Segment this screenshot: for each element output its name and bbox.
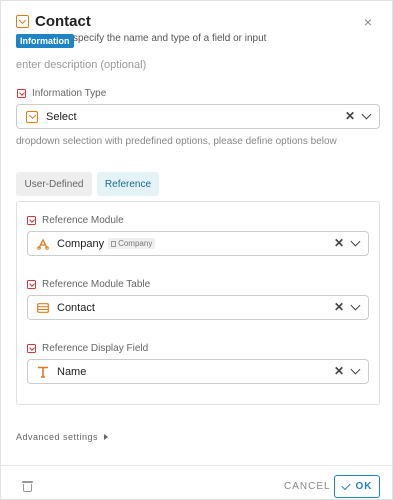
select-type-icon: [26, 110, 38, 123]
information-type-select[interactable]: Select ✕: [16, 104, 380, 129]
dialog-title: Contact: [35, 13, 91, 30]
chevron-down-icon[interactable]: [361, 109, 372, 119]
information-badge: Information: [16, 34, 74, 48]
ok-button[interactable]: OK: [334, 475, 380, 498]
required-chevron-icon: [27, 280, 36, 289]
select-type-icon: [16, 15, 29, 28]
tab-reference[interactable]: Reference: [97, 172, 159, 196]
reference-display-field-value: Name: [57, 365, 87, 378]
reference-display-field-select[interactable]: Name ✕: [27, 359, 369, 384]
required-chevron-icon: [17, 89, 26, 98]
chevron-down-icon[interactable]: [350, 300, 361, 310]
dialog-subtitle: specify the name and type of a field or …: [73, 33, 267, 44]
description-input[interactable]: [16, 56, 376, 74]
information-type-label-text: Information Type: [32, 88, 107, 99]
reference-table-value: Contact: [57, 301, 95, 314]
reference-display-field-label: Reference Display Field: [27, 343, 148, 354]
module-icon: [37, 238, 49, 250]
clear-icon[interactable]: ✕: [334, 301, 344, 313]
chevron-down-icon[interactable]: [350, 364, 361, 374]
clear-icon[interactable]: ✕: [334, 365, 344, 377]
reference-table-label: Reference Module Table: [27, 279, 150, 290]
table-icon: [37, 302, 49, 313]
reference-module-value: Company: [57, 237, 105, 250]
text-type-icon: [38, 366, 48, 378]
tab-user-defined[interactable]: User-Defined: [16, 172, 92, 196]
module-tag: Company: [108, 238, 156, 249]
trash-icon[interactable]: [22, 481, 33, 492]
close-icon[interactable]: ×: [364, 14, 372, 30]
caret-right-icon: [104, 434, 109, 440]
footer-divider: [1, 465, 393, 466]
building-icon: [111, 240, 117, 247]
check-icon: [340, 480, 351, 490]
chevron-down-icon[interactable]: [350, 236, 361, 246]
required-chevron-icon: [27, 344, 36, 353]
information-type-hint: dropdown selection with predefined optio…: [16, 136, 337, 147]
clear-icon[interactable]: ✕: [345, 110, 355, 122]
clear-icon[interactable]: ✕: [334, 237, 344, 249]
reference-module-select[interactable]: Company Company ✕: [27, 231, 369, 256]
field-editor-dialog: Contact × Information specify the name a…: [0, 0, 393, 500]
reference-table-select[interactable]: Contact ✕: [27, 295, 369, 320]
information-type-label: Information Type: [17, 88, 106, 99]
advanced-settings-toggle[interactable]: Advanced settings: [16, 432, 109, 442]
required-chevron-icon: [27, 216, 36, 225]
cancel-button[interactable]: CANCEL: [276, 475, 339, 498]
reference-panel: Reference Module Company Company ✕ Refer…: [16, 201, 380, 405]
information-type-value: Select: [46, 110, 77, 123]
reference-module-label: Reference Module: [27, 215, 124, 226]
